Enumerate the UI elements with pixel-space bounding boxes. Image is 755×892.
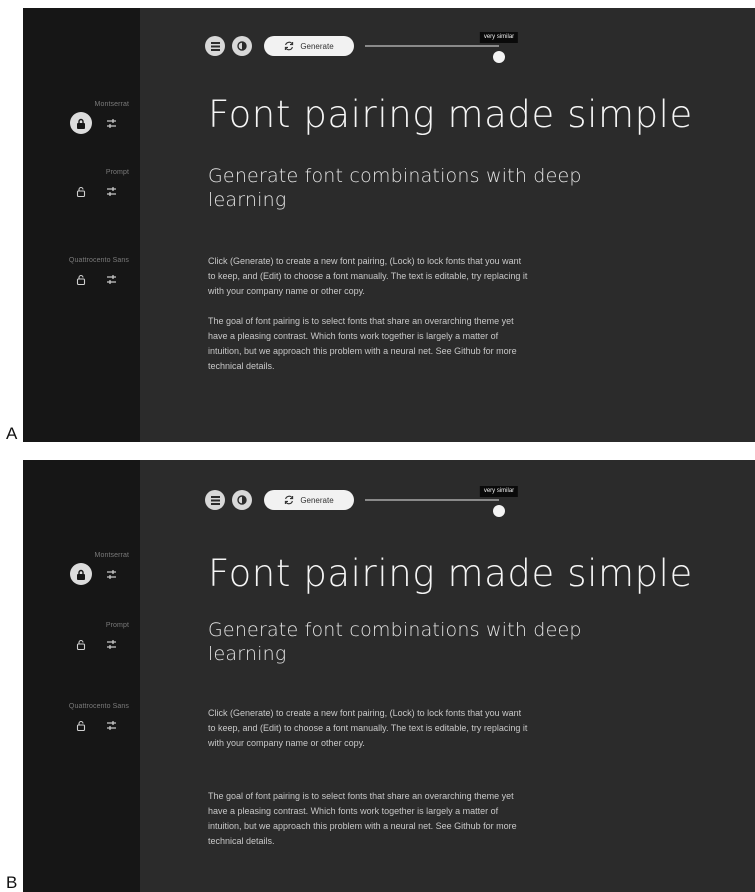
panel-a: Montserrat Prompt Quattrocento Sans Gene… [23,8,755,442]
font-name-label: Montserrat [94,101,129,108]
generate-button[interactable]: Generate [264,490,354,510]
sliders-icon [106,720,116,730]
list-view-button[interactable] [205,490,225,510]
lock-icon [77,118,85,129]
panel-label-b: B [6,873,18,892]
sliders-icon [106,639,116,649]
subheadline[interactable]: Generate font combinations with deep lea… [208,165,588,213]
generate-label: Generate [300,41,334,51]
sliders-icon [106,186,116,196]
panel-label-a: A [6,424,18,443]
lock-button[interactable] [70,268,92,290]
dark-mode-button[interactable] [232,490,252,510]
font-group-heading: Montserrat [23,552,140,587]
font-name-label: Prompt [105,622,129,629]
panel-b: Montserrat Prompt Quattrocento Sans Gene… [23,460,755,892]
body-paragraph[interactable]: The goal of font pairing is to select fo… [208,789,528,849]
unlock-icon [76,720,86,731]
font-group-heading: Montserrat [23,101,140,136]
font-group-body: Quattrocento Sans [23,257,140,292]
edit-button[interactable] [103,271,119,287]
font-group-subheading: Prompt [23,169,140,204]
font-sidebar: Montserrat Prompt Quattrocento Sans [23,460,140,892]
font-group-subheading: Prompt [23,622,140,657]
list-view-button[interactable] [205,36,225,56]
body-paragraph[interactable]: Click (Generate) to create a new font pa… [208,706,528,751]
unlock-icon [76,186,86,197]
lock-button[interactable] [70,563,92,585]
slider-tooltip: very similar [479,32,519,43]
similarity-slider[interactable]: very similar [365,32,519,63]
lock-button[interactable] [70,112,92,134]
subheadline[interactable]: Generate font combinations with deep lea… [208,619,588,667]
font-name-label: Quattrocento Sans [68,703,129,710]
list-icon [210,41,220,51]
generate-button[interactable]: Generate [264,36,354,56]
similarity-slider[interactable]: very similar [365,486,519,517]
font-name-label: Prompt [105,169,129,176]
edit-button[interactable] [103,717,119,733]
lock-icon [77,569,85,580]
edit-button[interactable] [103,183,119,199]
contrast-icon [237,495,247,505]
slider-thumb[interactable] [493,51,505,63]
headline[interactable]: Font pairing made simple [208,552,753,596]
sliders-icon [106,118,116,128]
font-sidebar: Montserrat Prompt Quattrocento Sans [23,8,140,442]
edit-button[interactable] [103,636,119,652]
refresh-icon [285,495,294,505]
dark-mode-button[interactable] [232,36,252,56]
body-paragraph[interactable]: The goal of font pairing is to select fo… [208,314,528,374]
slider-tooltip: very similar [479,486,519,497]
lock-button[interactable] [70,180,92,202]
unlock-icon [76,639,86,650]
font-name-label: Montserrat [94,552,129,559]
list-icon [210,495,220,505]
sliders-icon [106,569,116,579]
headline[interactable]: Font pairing made simple [208,93,753,137]
lock-button[interactable] [70,633,92,655]
slider-thumb[interactable] [493,505,505,517]
refresh-icon [285,41,294,51]
lock-button[interactable] [70,714,92,736]
generate-label: Generate [300,495,334,505]
contrast-icon [237,41,247,51]
edit-button[interactable] [103,115,119,131]
font-name-label: Quattrocento Sans [68,257,129,264]
edit-button[interactable] [103,566,119,582]
body-paragraph[interactable]: Click (Generate) to create a new font pa… [208,254,528,299]
sliders-icon [106,274,116,284]
unlock-icon [76,274,86,285]
font-group-body: Quattrocento Sans [23,703,140,738]
